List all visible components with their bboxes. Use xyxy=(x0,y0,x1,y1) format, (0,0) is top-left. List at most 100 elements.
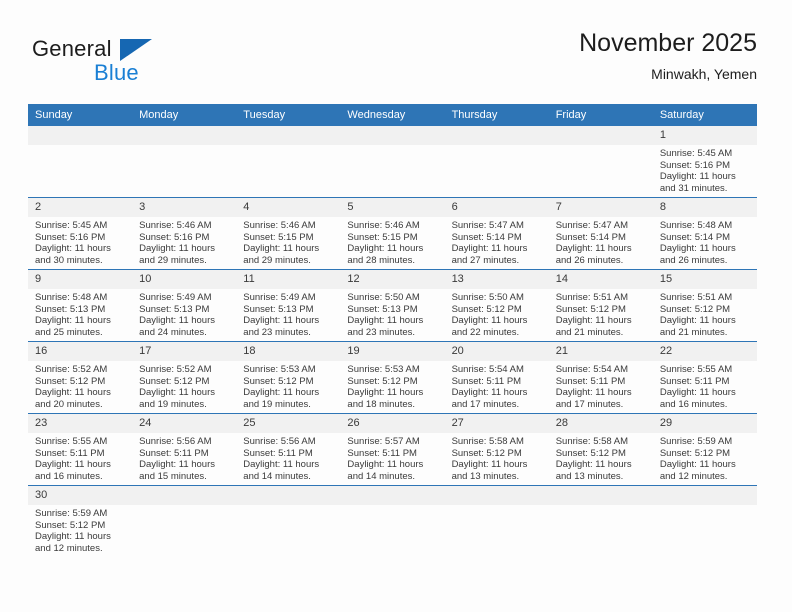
calendar-cell-empty xyxy=(340,126,445,198)
calendar-cell-empty xyxy=(28,126,133,198)
sunset-time: Sunset: 5:12 PM xyxy=(35,519,106,531)
daylight-duration-line1: Daylight: 11 hours xyxy=(139,243,216,255)
daylight-duration-line2: and 31 minutes. xyxy=(659,182,728,194)
weekday-header-row: Sunday Monday Tuesday Wednesday Thursday Frid… xyxy=(28,104,757,126)
calendar-day-cell[interactable]: 26 Sunrise: 5:57 AM Sunset: 5:11 PM Dayligh… xyxy=(340,413,445,486)
calendar-day-cell[interactable]: 16 Sunrise: 5:52 AM Sunset: 5:12 PM Dayligh… xyxy=(28,341,133,414)
calendar-day-cell[interactable]: 28 Sunrise: 5:58 AM Sunset: 5:12 PM Dayligh… xyxy=(548,413,653,486)
sunrise-time: Sunrise: 5:49 AM xyxy=(139,292,212,303)
day-number: 8 xyxy=(652,198,757,217)
day-number: 20 xyxy=(444,342,549,361)
calendar-day-cell[interactable]: 29 Sunrise: 5:59 AM Sunset: 5:12 PM Dayligh… xyxy=(652,413,757,486)
calendar-day-cell[interactable]: 23 Sunrise: 5:55 AM Sunset: 5:11 PM Dayligh… xyxy=(28,413,133,486)
daylight-duration-line1: Daylight: 11 hours xyxy=(347,243,424,255)
daylight-duration-line1: Daylight: 11 hours xyxy=(555,315,632,327)
sunrise-time: Sunrise: 5:45 AM xyxy=(659,148,733,159)
calendar-day-cell[interactable]: 15 Sunrise: 5:51 AM Sunset: 5:12 PM Dayligh… xyxy=(652,269,757,342)
day-number xyxy=(548,126,653,145)
daylight-duration-line1: Daylight: 11 hours xyxy=(243,243,320,255)
day-number: 29 xyxy=(652,414,757,433)
day-number: 18 xyxy=(236,342,341,361)
weekday-header-wednesday: Wednesday xyxy=(340,104,445,126)
day-number xyxy=(236,126,341,145)
calendar-cell-empty xyxy=(548,485,653,557)
calendar-day-cell[interactable]: 5 Sunrise: 5:46 AM Sunset: 5:15 PM Daylight… xyxy=(340,197,445,270)
sun-info: Sunrise: 5:55 AM Sunset: 5:11 PM Daylight:… xyxy=(653,361,757,410)
day-number: 16 xyxy=(28,342,133,361)
day-number: 2 xyxy=(28,198,133,217)
calendar-day-cell[interactable]: 17 Sunrise: 5:52 AM Sunset: 5:12 PM Dayligh… xyxy=(132,341,237,414)
daylight-duration-line1: Daylight: 11 hours xyxy=(555,243,632,255)
calendar-week-row: 16 Sunrise: 5:52 AM Sunset: 5:12 PM Dayligh… xyxy=(28,341,757,414)
daylight-duration-line2: and 29 minutes. xyxy=(139,254,207,266)
sun-info: Sunrise: 5:45 AM Sunset: 5:16 PM Daylight:… xyxy=(653,145,757,194)
day-number: 27 xyxy=(444,414,549,433)
sunrise-time: Sunrise: 5:58 AM xyxy=(555,436,629,447)
day-number: 23 xyxy=(28,414,133,433)
day-number: 22 xyxy=(652,342,757,361)
day-number xyxy=(548,486,653,505)
sunrise-time: Sunrise: 5:52 AM xyxy=(139,364,212,375)
calendar-body: 1 Sunrise: 5:45 AM Sunset: 5:16 PM Daylight… xyxy=(28,126,757,557)
daylight-duration-line1: Daylight: 11 hours xyxy=(243,315,320,327)
calendar-cell-empty xyxy=(340,485,445,557)
day-number: 4 xyxy=(236,198,341,217)
day-number: 7 xyxy=(548,198,653,217)
calendar-day-cell[interactable]: 7 Sunrise: 5:47 AM Sunset: 5:14 PM Daylight… xyxy=(548,197,653,270)
sunset-time: Sunset: 5:12 PM xyxy=(451,303,522,315)
sun-info: Sunrise: 5:48 AM Sunset: 5:14 PM Daylight:… xyxy=(653,217,757,266)
calendar-day-cell[interactable]: 6 Sunrise: 5:47 AM Sunset: 5:14 PM Daylight… xyxy=(444,197,549,270)
sunrise-time: Sunrise: 5:59 AM xyxy=(35,508,108,519)
sunset-time: Sunset: 5:16 PM xyxy=(659,159,731,171)
daylight-duration-line1: Daylight: 11 hours xyxy=(555,459,632,471)
calendar-header-row: Sunday Monday Tuesday Wednesday Thursday Frid… xyxy=(28,104,757,126)
calendar-day-cell[interactable]: 2 Sunrise: 5:45 AM Sunset: 5:16 PM Daylight… xyxy=(28,197,133,270)
calendar-cell-empty xyxy=(132,485,237,557)
calendar-cell-empty xyxy=(652,485,757,557)
calendar-day-cell[interactable]: 27 Sunrise: 5:58 AM Sunset: 5:12 PM Dayligh… xyxy=(444,413,549,486)
daylight-duration-line1: Daylight: 11 hours xyxy=(347,387,424,399)
sunrise-time: Sunrise: 5:46 AM xyxy=(243,220,316,231)
day-number: 19 xyxy=(340,342,445,361)
daylight-duration-line2: and 12 minutes. xyxy=(35,542,103,554)
calendar-day-cell[interactable]: 3 Sunrise: 5:46 AM Sunset: 5:16 PM Daylight… xyxy=(132,197,237,270)
sunrise-time: Sunrise: 5:48 AM xyxy=(35,292,108,303)
calendar-day-cell[interactable]: 19 Sunrise: 5:53 AM Sunset: 5:12 PM Dayligh… xyxy=(340,341,445,414)
sun-info: Sunrise: 5:49 AM Sunset: 5:13 PM Daylight:… xyxy=(132,289,236,338)
calendar-day-cell[interactable]: 14 Sunrise: 5:51 AM Sunset: 5:12 PM Dayligh… xyxy=(548,269,653,342)
sunset-time: Sunset: 5:12 PM xyxy=(35,375,106,387)
sunrise-time: Sunrise: 5:55 AM xyxy=(659,364,733,375)
sunrise-time: Sunrise: 5:52 AM xyxy=(35,364,108,375)
calendar-day-cell[interactable]: 10 Sunrise: 5:49 AM Sunset: 5:13 PM Dayligh… xyxy=(132,269,237,342)
calendar-day-cell[interactable]: 22 Sunrise: 5:55 AM Sunset: 5:11 PM Dayligh… xyxy=(652,341,757,414)
calendar-day-cell[interactable]: 21 Sunrise: 5:54 AM Sunset: 5:11 PM Dayligh… xyxy=(548,341,653,414)
sunset-time: Sunset: 5:12 PM xyxy=(659,447,731,459)
calendar-day-cell[interactable]: 11 Sunrise: 5:49 AM Sunset: 5:13 PM Dayligh… xyxy=(236,269,341,342)
daylight-duration-line2: and 19 minutes. xyxy=(139,398,207,410)
daylight-duration-line2: and 21 minutes. xyxy=(659,326,728,338)
calendar-day-cell[interactable]: 12 Sunrise: 5:50 AM Sunset: 5:13 PM Dayligh… xyxy=(340,269,445,342)
calendar-day-cell[interactable]: 1 Sunrise: 5:45 AM Sunset: 5:16 PM Daylight… xyxy=(652,126,757,198)
day-number: 14 xyxy=(548,270,653,289)
sunset-time: Sunset: 5:13 PM xyxy=(35,303,106,315)
calendar-day-cell[interactable]: 25 Sunrise: 5:56 AM Sunset: 5:11 PM Dayligh… xyxy=(236,413,341,486)
calendar-day-cell[interactable]: 20 Sunrise: 5:54 AM Sunset: 5:11 PM Dayligh… xyxy=(444,341,549,414)
daylight-duration-line1: Daylight: 11 hours xyxy=(35,387,111,399)
calendar-day-cell[interactable]: 4 Sunrise: 5:46 AM Sunset: 5:15 PM Daylight… xyxy=(236,197,341,270)
calendar-day-cell[interactable]: 30 Sunrise: 5:59 AM Sunset: 5:12 PM Dayligh… xyxy=(28,485,133,557)
daylight-duration-line1: Daylight: 11 hours xyxy=(139,459,216,471)
calendar-day-cell[interactable]: 24 Sunrise: 5:56 AM Sunset: 5:11 PM Dayligh… xyxy=(132,413,237,486)
calendar-week-row: 2 Sunrise: 5:45 AM Sunset: 5:16 PM Daylight… xyxy=(28,197,757,270)
general-blue-logo[interactable]: General Blue xyxy=(32,36,212,94)
calendar-day-cell[interactable]: 18 Sunrise: 5:53 AM Sunset: 5:12 PM Dayligh… xyxy=(236,341,341,414)
daylight-duration-line1: Daylight: 11 hours xyxy=(555,387,632,399)
sunset-time: Sunset: 5:15 PM xyxy=(243,231,314,243)
sun-info: Sunrise: 5:59 AM Sunset: 5:12 PM Daylight:… xyxy=(28,505,132,554)
calendar-day-cell[interactable]: 13 Sunrise: 5:50 AM Sunset: 5:12 PM Dayligh… xyxy=(444,269,549,342)
calendar-day-cell[interactable]: 8 Sunrise: 5:48 AM Sunset: 5:14 PM Daylight… xyxy=(652,197,757,270)
day-number xyxy=(340,486,445,505)
calendar-day-cell[interactable]: 9 Sunrise: 5:48 AM Sunset: 5:13 PM Daylight… xyxy=(28,269,133,342)
day-number: 3 xyxy=(132,198,237,217)
sun-info: Sunrise: 5:58 AM Sunset: 5:12 PM Daylight:… xyxy=(549,433,653,482)
sun-info: Sunrise: 5:59 AM Sunset: 5:12 PM Daylight:… xyxy=(653,433,757,482)
